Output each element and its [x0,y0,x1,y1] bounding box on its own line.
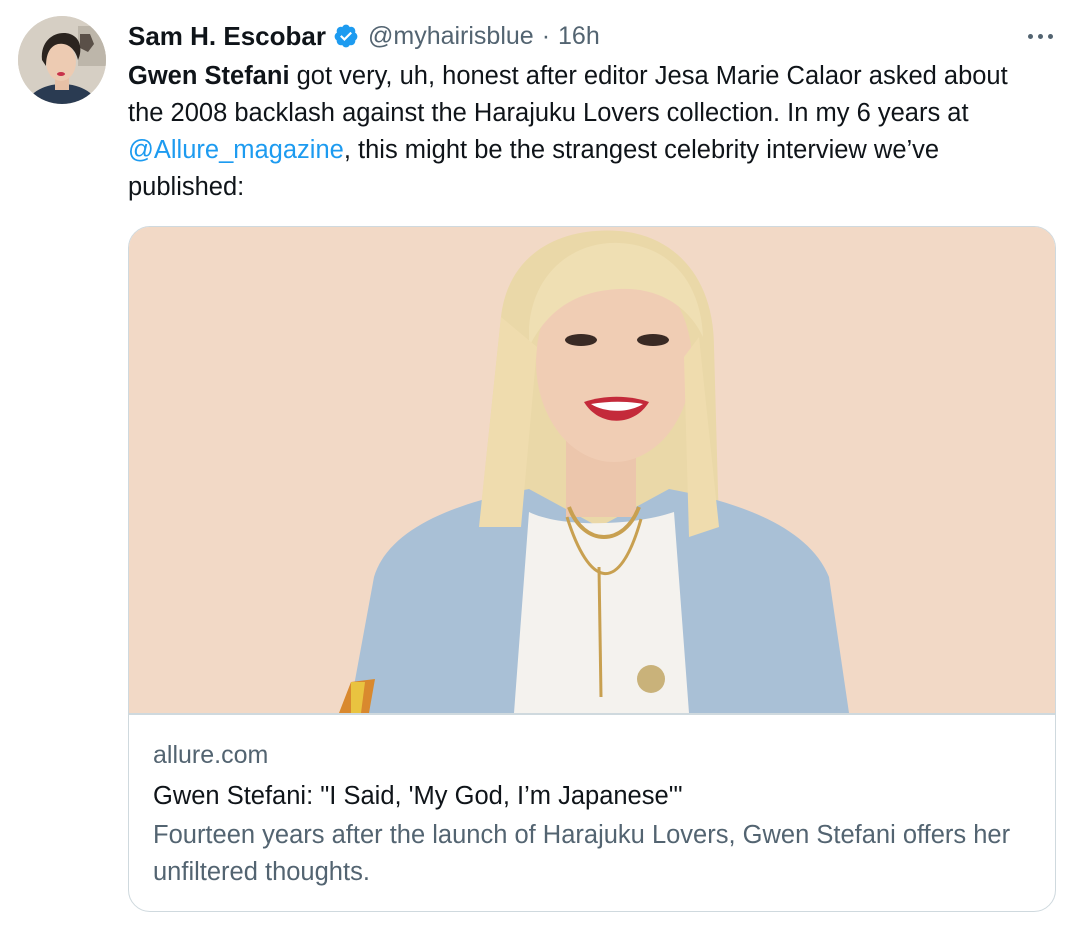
card-photo-illustration [129,227,1055,713]
card-image [129,227,1055,713]
tweet-header: Sam H. Escobar @myhairisblue · 16h [128,18,600,54]
card-divider [129,713,1055,715]
more-dot-icon [1027,33,1033,39]
author-avatar[interactable] [18,16,106,104]
more-dot-icon [1047,33,1053,39]
card-meta: allure.com Gwen Stefani: "I Said, 'My Go… [153,737,1033,891]
more-options-button[interactable] [1020,24,1060,48]
author-avatar-image [18,16,106,104]
header-separator: · [541,21,551,50]
card-domain: allure.com [153,741,269,769]
mention-link[interactable]: @Allure_magazine [128,136,344,164]
more-dot-icon [1037,33,1043,39]
card-title: Gwen Stefani: "I Said, 'My God, I’m Japa… [153,782,683,810]
verified-badge-icon [333,23,359,49]
tweet-bold-name: Gwen Stefani [128,62,290,90]
link-preview-card[interactable]: allure.com Gwen Stefani: "I Said, 'My Go… [128,226,1056,912]
tweet-timestamp[interactable]: 16h [558,22,600,51]
author-display-name[interactable]: Sam H. Escobar [128,21,326,52]
tweet-text: Gwen Stefani got very, uh, honest after … [128,58,1048,206]
card-description: Fourteen years after the launch of Haraj… [153,821,1011,886]
author-handle[interactable]: @myhairisblue [368,22,534,51]
